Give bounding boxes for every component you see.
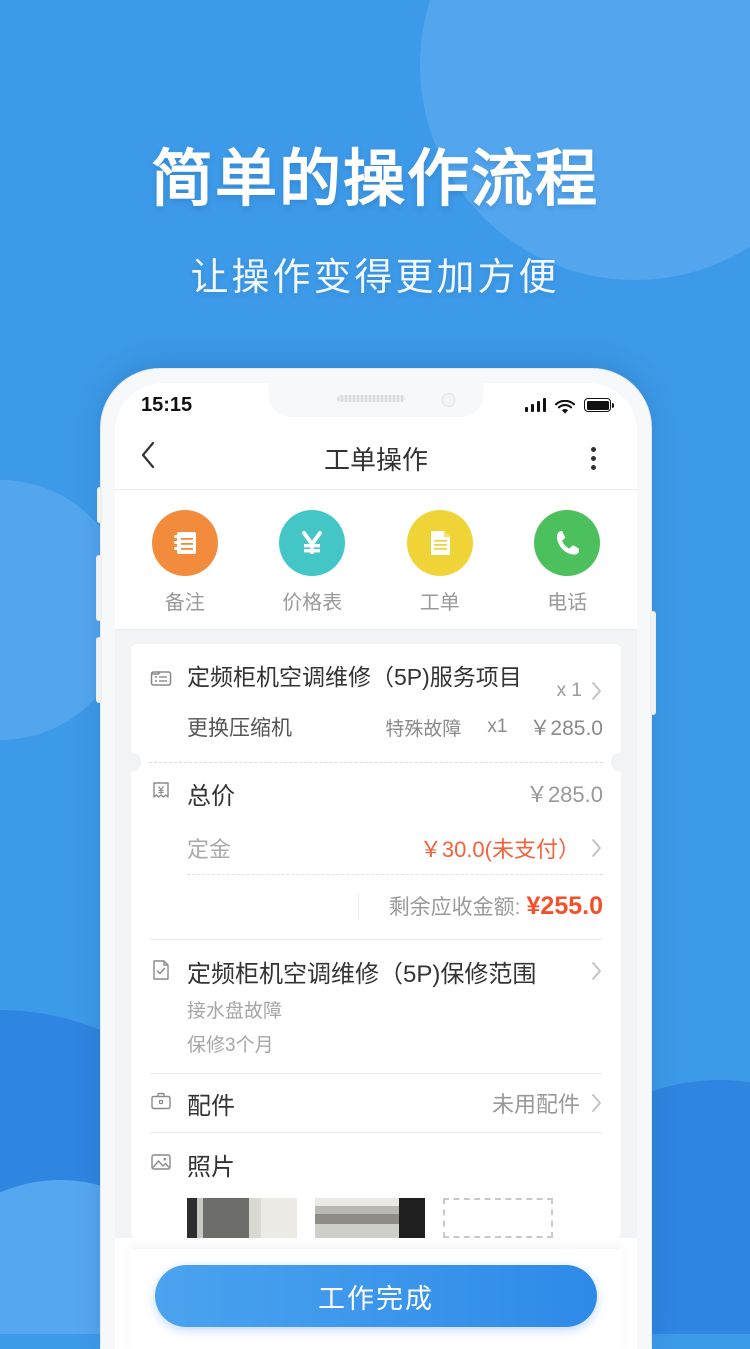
deposit-value: ￥30.0(未支付） <box>419 837 580 862</box>
quick-action-workorder[interactable]: 工单 <box>376 510 504 615</box>
document-check-icon <box>149 954 175 1057</box>
image-icon <box>149 1150 175 1179</box>
total-price-value: ￥285.0 <box>525 782 603 807</box>
service-title: 定频柜机空调维修（5P)服务项目 <box>187 664 522 690</box>
service-item-card[interactable]: 定频柜机空调维修（5P)服务项目 x 1 更换压缩机 特殊故障 x1 ￥285.… <box>131 644 621 762</box>
quick-action-label: 电话 <box>547 592 588 614</box>
total-price-label: 总价 <box>187 782 235 810</box>
service-detail-price: ￥285.0 <box>529 717 603 740</box>
deposit-row[interactable]: 定金 ￥30.0(未支付） <box>131 822 621 874</box>
receipt-yen-icon <box>149 779 175 808</box>
phone-power-button[interactable] <box>650 611 656 715</box>
back-button[interactable] <box>139 440 179 476</box>
overflow-menu-icon[interactable] <box>573 446 613 470</box>
quick-action-phone[interactable]: 电话 <box>504 510 632 615</box>
signal-bars-icon <box>524 398 546 412</box>
deposit-label: 定金 <box>187 837 232 862</box>
status-bar: 15:15 <box>115 383 637 427</box>
photos-section: 照片 <box>131 1133 621 1238</box>
chevron-right-icon <box>592 1094 601 1112</box>
quick-action-remarks[interactable]: 备注 <box>121 510 249 615</box>
bottom-action-bar: 工作完成 <box>129 1249 623 1349</box>
phone-mockup: 15:15 工单操作 备注 价格表 工单 电话 定频柜机空调维修（5P)服务项目… <box>96 368 656 1349</box>
status-bar-time: 15:15 <box>141 393 193 416</box>
add-photo-button[interactable] <box>443 1198 553 1238</box>
phone-screen: 15:15 工单操作 备注 价格表 工单 电话 定频柜机空调维修（5P)服务项目… <box>115 383 637 1349</box>
photo-thumbnail[interactable] <box>187 1198 297 1238</box>
ticket-perforation <box>121 752 631 772</box>
promo-subheadline: 让操作变得更加方便 <box>190 257 560 299</box>
parts-value: 未用配件 <box>491 1092 580 1117</box>
chevron-right-icon <box>592 962 601 980</box>
parts-label: 配件 <box>187 1092 235 1120</box>
battery-full-icon <box>584 398 614 412</box>
photos-label: 照片 <box>187 1154 235 1181</box>
phone-silent-switch[interactable] <box>97 487 102 523</box>
quick-actions-bar: 备注 价格表 工单 电话 <box>115 490 637 630</box>
total-price-row: 总价 ￥285.0 <box>131 764 621 822</box>
quick-action-label: 工单 <box>419 592 460 614</box>
chevron-right-icon <box>592 682 601 700</box>
yen-icon <box>279 510 346 576</box>
service-qty: x 1 <box>556 680 582 701</box>
service-detail-tag: 特殊故障 <box>385 718 462 740</box>
quick-action-pricelist[interactable]: 价格表 <box>249 510 377 615</box>
service-detail-qty: x1 <box>487 716 508 737</box>
quick-action-label: 价格表 <box>282 592 343 614</box>
remaining-amount-value: ¥255.0 <box>526 891 603 920</box>
remaining-amount-row: 剩余应收金额: ¥255.0 <box>131 875 621 939</box>
toolbox-icon <box>149 1089 175 1118</box>
warranty-line-2: 保修3个月 <box>187 1035 274 1056</box>
page-title: 工单操作 <box>323 444 428 475</box>
phone-volume-down-button[interactable] <box>96 637 102 703</box>
chevron-left-icon <box>141 441 155 469</box>
content-sheet: 定频柜机空调维修（5P)服务项目 x 1 更换压缩机 特殊故障 x1 ￥285.… <box>115 630 637 1238</box>
photo-thumbnail[interactable] <box>315 1198 425 1238</box>
phone-volume-up-button[interactable] <box>96 555 102 621</box>
parts-row[interactable]: 配件 未用配件 <box>131 1074 621 1132</box>
document-icon <box>406 510 473 576</box>
service-detail-row: 更换压缩机 特殊故障 x1 ￥285.0 <box>131 702 621 762</box>
promo-headline: 简单的操作流程 <box>150 145 599 214</box>
notebook-icon <box>151 510 218 576</box>
remaining-amount-label: 剩余应收金额: <box>388 896 521 919</box>
service-detail-name: 更换压缩机 <box>187 717 292 740</box>
complete-work-button[interactable]: 工作完成 <box>155 1265 597 1327</box>
service-list-icon <box>149 662 175 702</box>
warranty-title: 定频柜机空调维修（5P)保修范围 <box>187 961 537 988</box>
warranty-row[interactable]: 定频柜机空调维修（5P)保修范围 接水盘故障 保修3个月 <box>131 940 621 1073</box>
warranty-line-1: 接水盘故障 <box>187 1001 283 1022</box>
wifi-icon <box>554 398 576 414</box>
price-card: 总价 ￥285.0 定金 ￥30.0(未支付） 剩余应收金额: ¥255.0 定… <box>131 764 621 1238</box>
nav-bar: 工单操作 <box>115 427 637 490</box>
phone-icon <box>534 510 601 576</box>
quick-action-label: 备注 <box>164 592 205 614</box>
chevron-right-icon <box>592 839 601 857</box>
